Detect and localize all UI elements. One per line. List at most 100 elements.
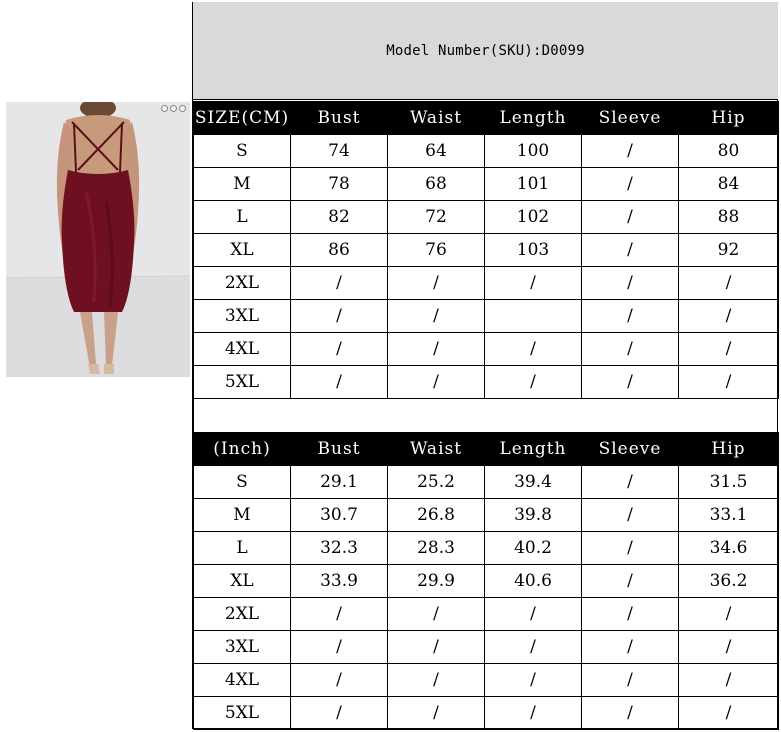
table-row: 4XL / / / / / [193, 663, 779, 697]
dress-figure-icon [6, 102, 190, 377]
measurement-cell: 25.2 [387, 465, 485, 499]
column-header: Waist [387, 432, 485, 466]
table-row: 5XL / / / / / [193, 696, 779, 730]
size-label-cell: 4XL [193, 332, 291, 366]
table-row: M 30.7 26.8 39.8/33.1 [193, 498, 779, 532]
size-label-cell: 5XL [193, 696, 291, 730]
measurement-cell: / [387, 630, 485, 664]
measurement-cell: / [387, 696, 485, 730]
measurement-cell: 82 [290, 200, 388, 234]
column-header: Hip [678, 101, 779, 135]
measurement-cell: / [484, 597, 582, 631]
column-header: Length [484, 432, 582, 466]
table-header-row: (Inch) Bust Waist Length Sleeve Hip [193, 432, 779, 466]
measurement-cell: / [387, 332, 485, 366]
table-row: L 32.3 28.3 40.2/34.6 [193, 531, 779, 565]
measurement-cell: 103 [484, 233, 582, 267]
table-row: L 82 72 102/88 [193, 200, 779, 234]
measurement-cell: / [290, 266, 388, 300]
measurement-cell: / [484, 365, 582, 399]
measurement-cell: / [484, 630, 582, 664]
size-label-cell: L [193, 531, 291, 565]
size-label-cell: 5XL [193, 365, 291, 399]
table-row: XL 86 76 103/92 [193, 233, 779, 267]
measurement-cell: / [484, 663, 582, 697]
measurement-cell: 101 [484, 167, 582, 201]
column-header: Hip [678, 432, 779, 466]
size-label-cell: L [193, 200, 291, 234]
dress-model-photo [6, 102, 190, 377]
measurement-cell: / [387, 365, 485, 399]
table-row: 5XL / / / / / [193, 365, 779, 399]
size-label-cell: 2XL [193, 266, 291, 300]
size-label-cell: 3XL [193, 630, 291, 664]
table-row: 2XL / / / / / [193, 597, 779, 631]
measurement-cell: / [581, 200, 679, 234]
measurement-cell: / [290, 630, 388, 664]
measurement-cell: / [581, 332, 679, 366]
photo-watermark-dots-icon [161, 105, 186, 112]
size-label-cell: 3XL [193, 299, 291, 333]
table-row: S 29.1 25.2 39.4/31.5 [193, 465, 779, 499]
measurement-cell: / [581, 696, 679, 730]
measurement-cell: 33.1 [678, 498, 779, 532]
measurement-cell: / [581, 233, 679, 267]
measurement-cell: 29.1 [290, 465, 388, 499]
size-table-inch: (Inch) Bust Waist Length Sleeve Hip S 29.1 25.2… [193, 432, 779, 730]
measurement-cell: 26.8 [387, 498, 485, 532]
measurement-cell: 72 [387, 200, 485, 234]
measurement-cell: 39.8 [484, 498, 582, 532]
measurement-cell: / [581, 564, 679, 598]
column-header: Sleeve [581, 432, 679, 466]
measurement-cell: / [290, 332, 388, 366]
measurement-cell: / [678, 365, 779, 399]
measurement-cell: / [581, 465, 679, 499]
measurement-cell: 76 [387, 233, 485, 267]
measurement-cell: 29.9 [387, 564, 485, 598]
measurement-cell [484, 299, 582, 333]
measurement-cell: 78 [290, 167, 388, 201]
measurement-cell: 68 [387, 167, 485, 201]
size-label-cell: M [193, 167, 291, 201]
measurement-cell: 102 [484, 200, 582, 234]
measurement-cell: 34.6 [678, 531, 779, 565]
column-header: (Inch) [193, 432, 291, 466]
size-label-cell: S [193, 134, 291, 168]
size-label-cell: 4XL [193, 663, 291, 697]
measurement-cell: 40.6 [484, 564, 582, 598]
size-label-cell: XL [193, 564, 291, 598]
column-header: Length [484, 101, 582, 135]
measurement-cell: 86 [290, 233, 388, 267]
measurement-cell: / [678, 597, 779, 631]
measurement-cell: 33.9 [290, 564, 388, 598]
measurement-cell: / [387, 663, 485, 697]
measurement-cell: 31.5 [678, 465, 779, 499]
table-header-row: SIZE(CM) Bust Waist Length Sleeve Hip [193, 101, 779, 135]
measurement-cell: / [290, 299, 388, 333]
table-row: 4XL / / / / / [193, 332, 779, 366]
size-label-cell: 2XL [193, 597, 291, 631]
measurement-cell: / [678, 266, 779, 300]
measurement-cell: / [678, 696, 779, 730]
column-header: Bust [290, 432, 388, 466]
measurement-cell: / [581, 167, 679, 201]
table-row: M 78 68 101/84 [193, 167, 779, 201]
table-row: 2XL / / / / / [193, 266, 779, 300]
column-header: Bust [290, 101, 388, 135]
measurement-cell: / [484, 266, 582, 300]
measurement-cell: 88 [678, 200, 779, 234]
column-header: Sleeve [581, 101, 679, 135]
measurement-cell: 64 [387, 134, 485, 168]
measurement-cell: / [290, 663, 388, 697]
measurement-cell: 84 [678, 167, 779, 201]
measurement-cell: / [484, 332, 582, 366]
measurement-cell: / [484, 696, 582, 730]
measurement-cell: / [387, 299, 485, 333]
measurement-cell: / [678, 663, 779, 697]
measurement-cell: 28.3 [387, 531, 485, 565]
table-row: S 74 64 100/80 [193, 134, 779, 168]
measurement-cell: 80 [678, 134, 779, 168]
measurement-cell: / [678, 332, 779, 366]
size-table-cm: SIZE(CM) Bust Waist Length Sleeve Hip S 74 64 10… [193, 101, 779, 399]
size-label-cell: XL [193, 233, 291, 267]
